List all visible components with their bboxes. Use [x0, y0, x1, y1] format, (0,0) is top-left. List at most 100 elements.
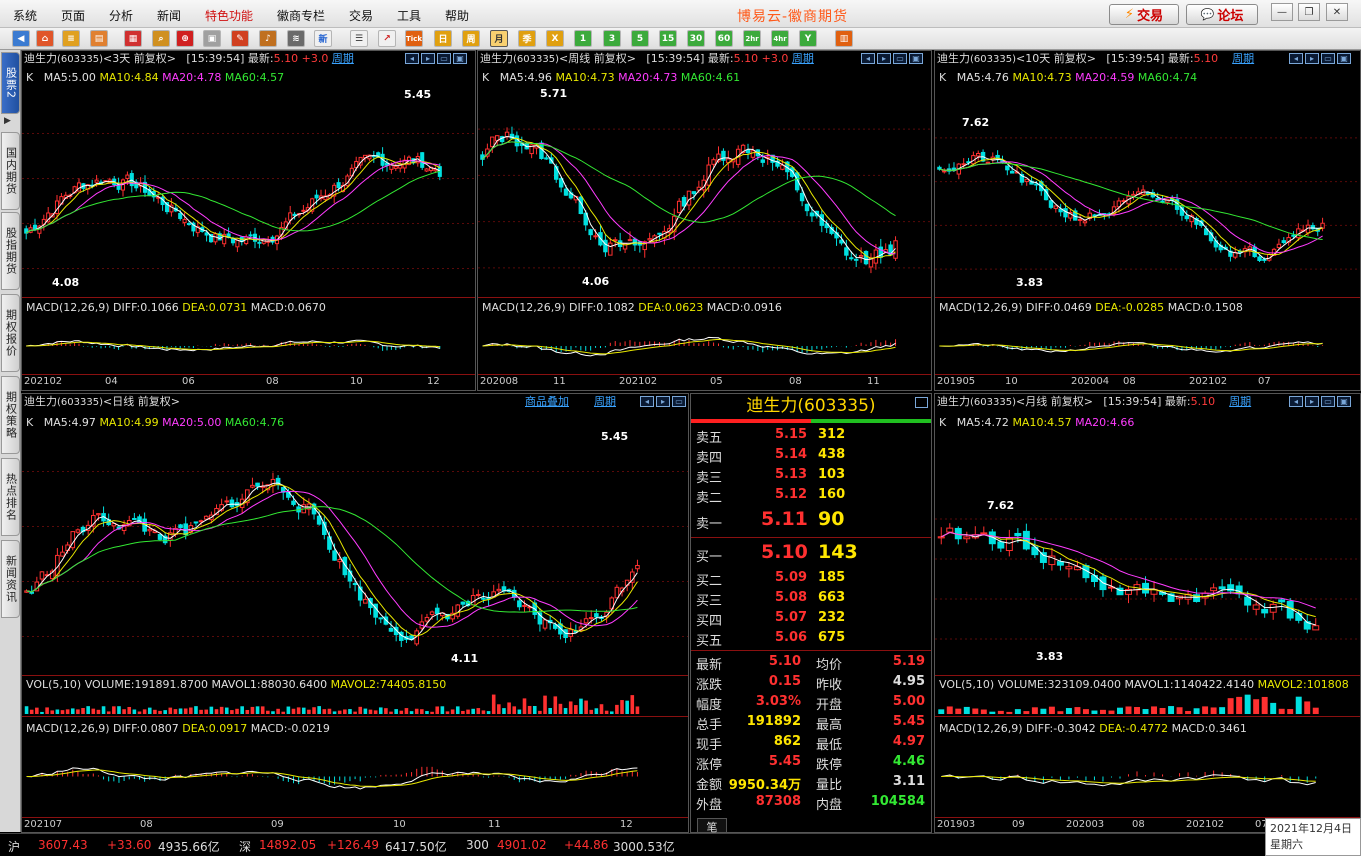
- hr4-button[interactable]: 4hr: [771, 30, 789, 47]
- minimize-button[interactable]: —: [1271, 3, 1293, 21]
- volume-bar: [1304, 701, 1311, 714]
- x-button[interactable]: X: [546, 30, 564, 47]
- sidebar-tab-options-quote[interactable]: 期权报价: [1, 294, 20, 372]
- volume-bar: [271, 711, 275, 714]
- menu-column[interactable]: 徽商专栏: [277, 7, 325, 24]
- bid-label: 买三: [696, 594, 723, 609]
- menu-news[interactable]: 新闻: [157, 7, 181, 24]
- volume-bar: [106, 711, 111, 714]
- search-icon[interactable]: ⌕: [152, 30, 170, 47]
- trend-icon[interactable]: ↗: [378, 30, 396, 47]
- volume-bar: [404, 708, 409, 714]
- x-axis: 202102 04 06 08 10 12: [22, 374, 475, 388]
- min30-button[interactable]: 30: [687, 30, 705, 47]
- database-icon[interactable]: ≡: [62, 30, 80, 47]
- volume-bar: [1219, 707, 1226, 714]
- volume-bar: [440, 706, 445, 714]
- sidebar-tab-stock[interactable]: 股票2: [1, 52, 20, 114]
- sidebar-tab-news[interactable]: 新闻资讯: [1, 540, 20, 618]
- chart-panel-monthly[interactable]: 迪生力(603335)<月线 前复权> [15:39:54] 最新:5.10 周…: [934, 393, 1361, 833]
- sidebar-tab-hot-ranking[interactable]: 热点排名: [1, 458, 20, 536]
- stat-label: 现手: [696, 738, 723, 753]
- volume-bar: [1125, 706, 1132, 714]
- week-button[interactable]: 周: [462, 30, 480, 47]
- ask-price: 5.13: [775, 467, 808, 482]
- menu-page[interactable]: 页面: [61, 7, 85, 24]
- pen-icon[interactable]: ✎: [231, 30, 249, 47]
- trade-button[interactable]: ⚡ 交易: [1109, 4, 1179, 25]
- dea-line: [939, 343, 1323, 352]
- volume-bar: [214, 709, 219, 714]
- min60-button[interactable]: 60: [715, 30, 733, 47]
- month-button[interactable]: 月: [490, 30, 508, 47]
- year-button[interactable]: Y: [799, 30, 817, 47]
- min1-button[interactable]: 1: [574, 30, 592, 47]
- bell-icon[interactable]: ♪: [259, 30, 277, 47]
- chart-panel-daily[interactable]: 迪生力(603335)<日线 前复权> 商品叠加 周期 ◂ ▸ ▭ K MA5:4.…: [21, 393, 689, 833]
- quarter-button[interactable]: 季: [518, 30, 536, 47]
- chart-panel-weekly[interactable]: 迪生力(603335)<周线 前复权> [15:39:54] 最新:5.10 +…: [477, 50, 932, 391]
- candle-body: [198, 520, 204, 523]
- volume-bar: [1151, 706, 1158, 714]
- stat-row: 最新 5.10 均价 5.19: [691, 653, 931, 673]
- csi300-index[interactable]: 4901.02: [497, 838, 547, 852]
- min5-button[interactable]: 5: [631, 30, 649, 47]
- tick-tab[interactable]: 笔: [697, 818, 727, 834]
- volume-bar: [230, 710, 234, 714]
- volume-bar: [635, 706, 640, 714]
- volume-bar: [209, 706, 214, 714]
- back-icon[interactable]: ◀: [12, 30, 30, 47]
- volume-bar: [65, 709, 70, 714]
- volume-bar: [1091, 710, 1098, 714]
- candle-body: [760, 159, 765, 163]
- stat-value: 5.19: [892, 654, 925, 669]
- lines-icon[interactable]: ≋: [287, 30, 305, 47]
- zoom-icon[interactable]: ⊕: [176, 30, 194, 47]
- candle-body: [593, 235, 598, 238]
- menu-tools[interactable]: 工具: [397, 7, 421, 24]
- min3-button[interactable]: 3: [603, 30, 621, 47]
- layout-icon[interactable]: ▥: [835, 30, 853, 47]
- candle-body: [157, 533, 163, 540]
- hr2-button[interactable]: 2hr: [743, 30, 761, 47]
- volume-bar: [1040, 708, 1047, 714]
- board-icon[interactable]: ▤: [90, 30, 108, 47]
- window-icon[interactable]: ▣: [203, 30, 221, 47]
- restore-icon[interactable]: [915, 397, 928, 408]
- home-icon[interactable]: ⌂: [36, 30, 54, 47]
- volume-bar: [276, 708, 280, 714]
- menu-trade[interactable]: 交易: [349, 7, 373, 24]
- candle-body: [337, 559, 342, 563]
- candle-body: [388, 627, 394, 632]
- close-button[interactable]: ✕: [1326, 3, 1348, 21]
- tick-button[interactable]: Tick: [405, 30, 423, 47]
- volume-bar: [70, 708, 75, 714]
- quote-panel: 迪生力(603335) 卖五 5.15 312 卖四 5.14 438 卖三 5.13 103 卖…: [690, 393, 932, 834]
- day-button[interactable]: 日: [434, 30, 452, 47]
- chart-panel-10day[interactable]: 迪生力(603335)<10天 前复权> [15:39:54] 最新:5.10 …: [934, 50, 1361, 391]
- chart-icon[interactable]: ▦: [124, 30, 142, 47]
- menu-help[interactable]: 帮助: [445, 7, 469, 24]
- candle-body: [517, 600, 522, 608]
- ask-label: 卖二: [696, 491, 723, 506]
- bid-price: 5.08: [775, 590, 808, 605]
- forum-button[interactable]: 💬 论坛: [1186, 4, 1258, 25]
- menu-special[interactable]: 特色功能: [205, 7, 253, 24]
- sz-index[interactable]: 14892.05: [259, 838, 316, 852]
- volume-bar: [507, 702, 511, 714]
- candle-body: [132, 517, 137, 520]
- sidebar-tab-index-futures[interactable]: 股指期货: [1, 212, 20, 290]
- table-icon[interactable]: ☰: [350, 30, 368, 47]
- min15-button[interactable]: 15: [659, 30, 677, 47]
- news-button[interactable]: 新: [314, 30, 332, 47]
- candle-body: [849, 257, 854, 260]
- sidebar-tab-options-strategy[interactable]: 期权策略: [1, 376, 20, 454]
- maximize-button[interactable]: ❐: [1298, 3, 1320, 21]
- arrow-right-icon[interactable]: ▶: [4, 116, 11, 126]
- sidebar-tab-futures[interactable]: 国内期货: [1, 132, 20, 210]
- candle-body: [1145, 192, 1151, 195]
- chart-panel-3day[interactable]: 迪生力(603335)<3天 前复权> [15:39:54] 最新:5.10 +…: [21, 50, 476, 391]
- sh-index[interactable]: 3607.43: [38, 838, 88, 852]
- menu-system[interactable]: 系统: [13, 7, 37, 24]
- menu-analysis[interactable]: 分析: [109, 7, 133, 24]
